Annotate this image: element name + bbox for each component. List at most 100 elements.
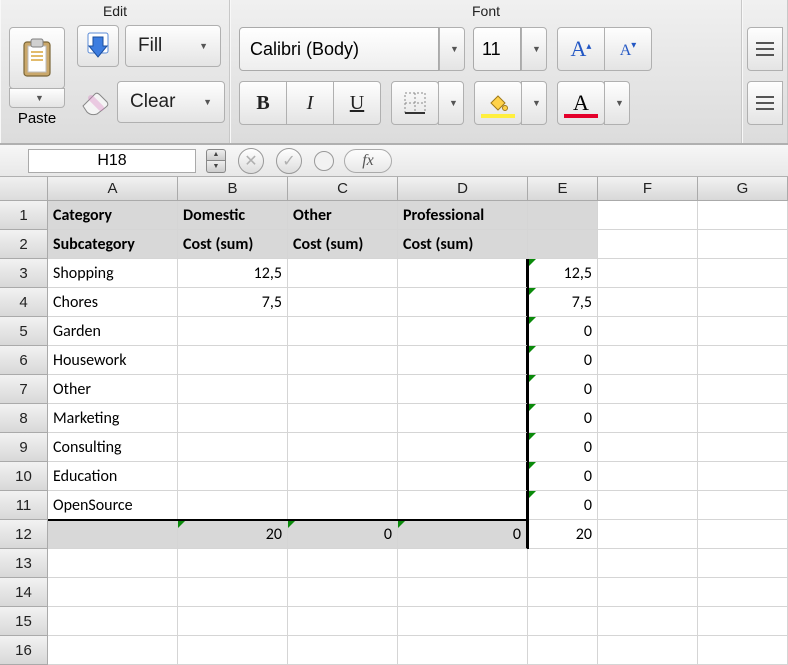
cell[interactable]: 20	[178, 520, 288, 549]
stepper-up-icon[interactable]: ▲	[206, 149, 226, 162]
cell[interactable]	[698, 317, 788, 346]
cell[interactable]: 20	[528, 520, 598, 549]
row-header[interactable]: 9	[0, 433, 48, 462]
name-box[interactable]: H18	[28, 149, 196, 173]
column-header[interactable]: A	[48, 177, 178, 201]
cell[interactable]: Shopping	[48, 259, 178, 288]
cancel-edit-button[interactable]: ✕	[238, 148, 264, 174]
cell[interactable]	[528, 578, 598, 607]
align-button-1[interactable]	[747, 27, 783, 71]
cell[interactable]	[398, 346, 528, 375]
cell[interactable]	[598, 375, 698, 404]
cell[interactable]	[288, 607, 398, 636]
row-header[interactable]: 14	[0, 578, 48, 607]
cell[interactable]	[398, 433, 528, 462]
cell[interactable]	[178, 375, 288, 404]
confirm-edit-button[interactable]: ✓	[276, 148, 302, 174]
stepper-down-icon[interactable]: ▼	[206, 161, 226, 173]
cell[interactable]	[698, 578, 788, 607]
cell[interactable]	[398, 375, 528, 404]
row-header[interactable]: 13	[0, 549, 48, 578]
cell[interactable]	[288, 375, 398, 404]
cell[interactable]	[48, 607, 178, 636]
formula-dot-button[interactable]	[314, 151, 334, 171]
cell[interactable]	[528, 607, 598, 636]
cell[interactable]	[288, 404, 398, 433]
cell[interactable]	[398, 491, 528, 520]
cell[interactable]	[288, 346, 398, 375]
cell[interactable]	[288, 578, 398, 607]
cell[interactable]	[598, 578, 698, 607]
cell[interactable]	[698, 607, 788, 636]
cell[interactable]	[288, 433, 398, 462]
column-header[interactable]: D	[398, 177, 528, 201]
cell[interactable]: Professional	[398, 201, 528, 230]
cell[interactable]: 0	[528, 433, 598, 462]
cell[interactable]	[398, 462, 528, 491]
cell[interactable]	[698, 549, 788, 578]
cell[interactable]	[178, 404, 288, 433]
cell[interactable]	[288, 288, 398, 317]
row-header[interactable]: 16	[0, 636, 48, 665]
cell[interactable]: Chores	[48, 288, 178, 317]
cell[interactable]	[598, 288, 698, 317]
column-header[interactable]: E	[528, 177, 598, 201]
cell[interactable]: Education	[48, 462, 178, 491]
cell[interactable]	[698, 462, 788, 491]
cell[interactable]	[178, 346, 288, 375]
fill-color-button[interactable]	[474, 81, 522, 125]
cell[interactable]	[288, 636, 398, 665]
cell[interactable]	[398, 404, 528, 433]
shrink-font-button[interactable]: A▾	[604, 27, 652, 71]
cell[interactable]: Marketing	[48, 404, 178, 433]
cell[interactable]	[398, 259, 528, 288]
cell[interactable]	[288, 549, 398, 578]
cell[interactable]	[698, 636, 788, 665]
font-name-select[interactable]: Calibri (Body)	[239, 27, 439, 71]
cell[interactable]	[528, 201, 598, 230]
cell[interactable]	[598, 230, 698, 259]
paste-dropdown[interactable]: ▼	[9, 88, 65, 108]
cell[interactable]	[698, 491, 788, 520]
cell[interactable]	[698, 259, 788, 288]
cell[interactable]: Category	[48, 201, 178, 230]
cell[interactable]	[398, 317, 528, 346]
cell[interactable]	[598, 201, 698, 230]
row-header[interactable]: 6	[0, 346, 48, 375]
row-header[interactable]: 8	[0, 404, 48, 433]
cell[interactable]	[178, 578, 288, 607]
cell[interactable]	[698, 230, 788, 259]
bold-button[interactable]: B	[239, 81, 287, 125]
cell[interactable]	[48, 520, 178, 549]
cell[interactable]	[48, 578, 178, 607]
row-header[interactable]: 15	[0, 607, 48, 636]
cell[interactable]	[598, 317, 698, 346]
font-size-dropdown[interactable]: ▼	[521, 27, 547, 71]
cell[interactable]	[698, 346, 788, 375]
row-header[interactable]: 12	[0, 520, 48, 549]
row-header[interactable]: 4	[0, 288, 48, 317]
row-header[interactable]: 7	[0, 375, 48, 404]
font-name-dropdown[interactable]: ▼	[439, 27, 465, 71]
row-header[interactable]: 2	[0, 230, 48, 259]
cell[interactable]: 0	[398, 520, 528, 549]
cell[interactable]: Other	[288, 201, 398, 230]
font-color-button[interactable]: A	[557, 81, 605, 125]
column-header[interactable]: G	[698, 177, 788, 201]
cell[interactable]: OpenSource	[48, 491, 178, 520]
font-color-dropdown[interactable]: ▼	[604, 81, 630, 125]
cell[interactable]	[48, 636, 178, 665]
cell[interactable]: Subcategory	[48, 230, 178, 259]
cell[interactable]	[598, 346, 698, 375]
column-header[interactable]: C	[288, 177, 398, 201]
grow-font-button[interactable]: A▴	[557, 27, 605, 71]
cell[interactable]	[528, 230, 598, 259]
cell[interactable]	[178, 491, 288, 520]
cell[interactable]	[178, 433, 288, 462]
fill-color-dropdown[interactable]: ▼	[521, 81, 547, 125]
cell[interactable]	[698, 404, 788, 433]
cell[interactable]: 0	[288, 520, 398, 549]
cell[interactable]	[178, 317, 288, 346]
cell[interactable]	[598, 549, 698, 578]
cell[interactable]	[288, 462, 398, 491]
